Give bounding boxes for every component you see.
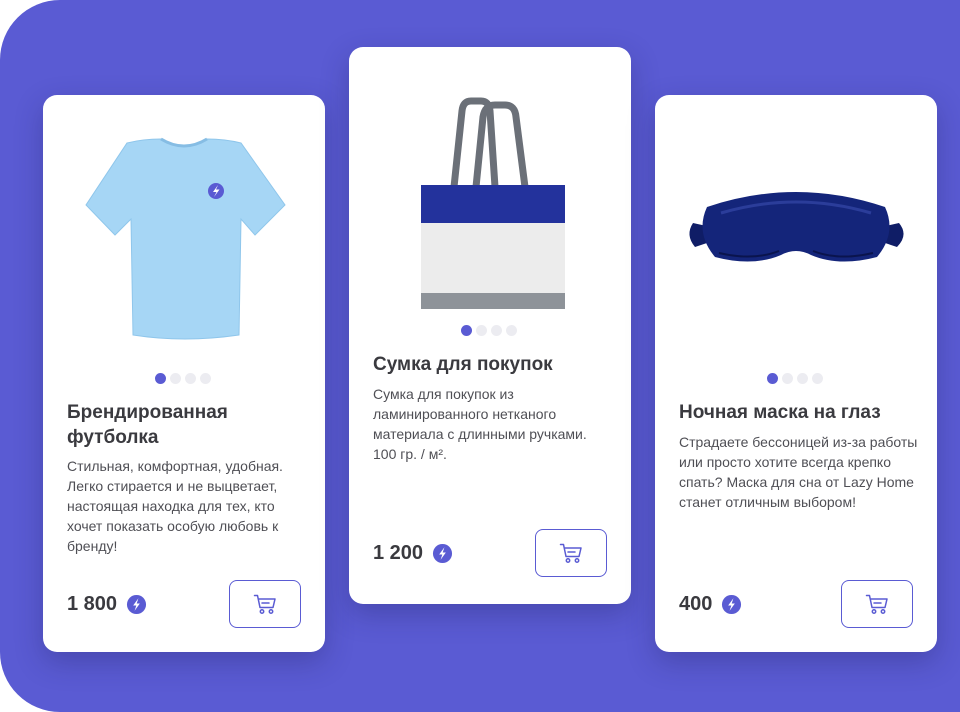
add-to-cart-button[interactable] [841,580,913,628]
lightning-coin-icon [722,594,742,614]
price-value: 1 200 [373,541,424,564]
product-title: Ночная маска на глаз [679,402,881,423]
carousel-dot[interactable] [767,373,778,384]
product-description: Стильная, комфортная, удобная. Легко сти… [67,458,283,554]
carousel-dots [461,325,521,337]
carousel-dot[interactable] [797,373,808,384]
product-card[interactable]: Брендированная футболка Стильная, комфор… [43,95,325,652]
carousel-dot[interactable] [185,373,196,384]
product-title: Брендированная футболка [67,402,228,448]
shopping-cart-icon [865,594,888,614]
product-price: 1 200 [373,539,453,567]
product-card[interactable]: Сумка для покупок Сумка для покупок из л… [349,47,631,604]
carousel-dot[interactable] [491,325,502,336]
carousel-dots [155,373,215,385]
carousel-dot[interactable] [170,373,181,384]
product-price: 400 [679,590,742,618]
product-card[interactable]: Ночная маска на глаз Страдаете бессонице… [655,95,937,652]
lightning-coin-icon [127,594,147,614]
carousel-dot[interactable] [155,373,166,384]
product-image-tote-bag[interactable] [349,47,631,309]
carousel-dots [767,373,827,385]
add-to-cart-button[interactable] [229,580,301,628]
product-description: Сумка для покупок из ламинированного нет… [373,386,587,462]
product-image-t-shirt[interactable] [43,95,325,357]
carousel-dot[interactable] [506,325,517,336]
shopping-cart-icon [559,543,582,563]
product-description: Страдаете бессоницей из-за работы или пр… [679,434,918,510]
carousel-dot[interactable] [812,373,823,384]
shopping-cart-icon [253,594,276,614]
carousel-dot[interactable] [476,325,487,336]
product-price: 1 800 [67,590,147,618]
add-to-cart-button[interactable] [535,529,607,577]
product-title: Сумка для покупок [373,354,553,375]
carousel-dot[interactable] [461,325,472,336]
carousel-dot[interactable] [782,373,793,384]
price-value: 400 [679,592,713,615]
lightning-coin-icon [433,543,453,563]
product-image-sleep-mask[interactable] [655,95,937,357]
price-value: 1 800 [67,592,118,615]
carousel-dot[interactable] [200,373,211,384]
